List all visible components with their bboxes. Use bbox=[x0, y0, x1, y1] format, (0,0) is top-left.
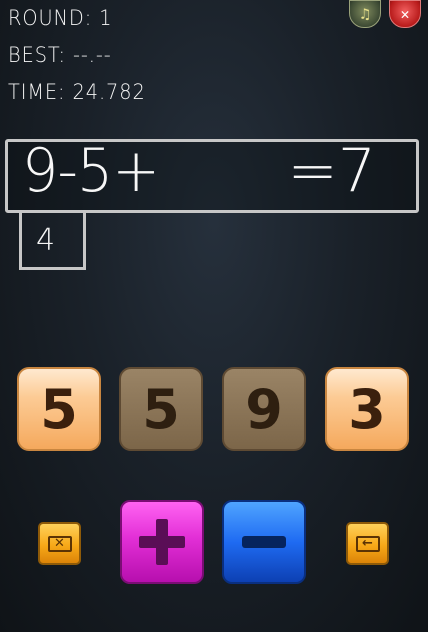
hint-box: 4 bbox=[19, 213, 86, 270]
number-tile-1[interactable]: 5 bbox=[17, 367, 101, 451]
music-toggle-button[interactable]: ♫ bbox=[349, 0, 381, 28]
time-label: TIME: 24.782 bbox=[8, 80, 146, 104]
equation-result: =7 bbox=[287, 136, 376, 206]
round-label: ROUND: 1 bbox=[8, 6, 113, 30]
plus-icon bbox=[139, 519, 185, 565]
plus-button[interactable] bbox=[120, 500, 204, 584]
clear-icon: ✕ bbox=[47, 535, 72, 552]
equation-expression: 9-5+ bbox=[22, 136, 160, 206]
backspace-arrow-icon: ← bbox=[355, 535, 380, 552]
number-tile-value: 9 bbox=[245, 377, 283, 441]
backspace-button[interactable]: ← bbox=[346, 522, 389, 565]
number-tile-value: 5 bbox=[40, 377, 78, 441]
close-icon: ✕ bbox=[400, 5, 410, 23]
clear-button[interactable]: ✕ bbox=[38, 522, 81, 565]
number-tile-value: 3 bbox=[348, 377, 386, 441]
minus-icon bbox=[241, 519, 287, 565]
number-tile-2[interactable]: 5 bbox=[119, 367, 203, 451]
music-note-icon: ♫ bbox=[360, 5, 370, 23]
number-tile-4[interactable]: 3 bbox=[325, 367, 409, 451]
equation-display: 9-5+ =7 bbox=[5, 136, 419, 213]
best-time-label: BEST: --.-- bbox=[8, 43, 112, 67]
hint-value: 4 bbox=[36, 223, 56, 258]
minus-button[interactable] bbox=[222, 500, 306, 584]
number-tile-3[interactable]: 9 bbox=[222, 367, 306, 451]
close-button[interactable]: ✕ bbox=[389, 0, 421, 28]
number-tile-value: 5 bbox=[142, 377, 180, 441]
